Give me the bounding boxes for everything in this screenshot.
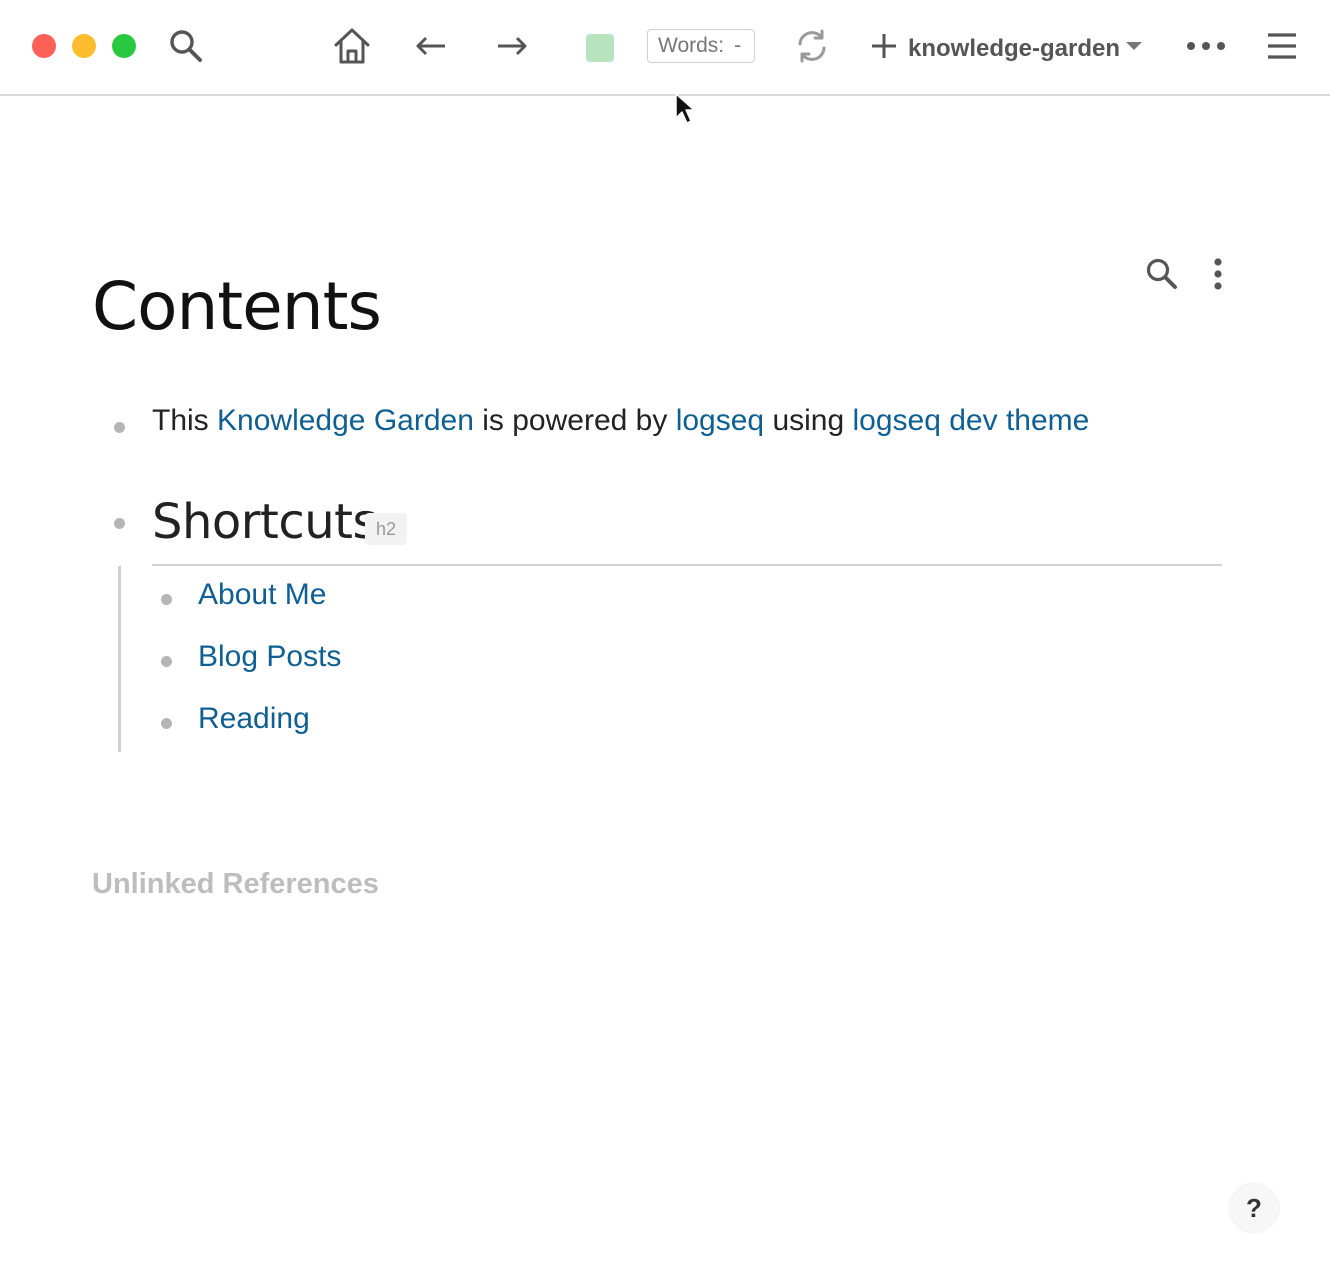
window-minimize-button[interactable] [72,34,96,58]
unlinked-references-toggle[interactable]: Unlinked References [92,868,379,901]
graph-selector[interactable]: knowledge-garden [908,32,1120,66]
hamburger-menu-icon[interactable] [1266,32,1298,60]
page-title[interactable]: Contents [92,268,382,345]
refresh-icon[interactable] [794,28,830,64]
about-me-link[interactable]: About Me [198,578,326,612]
heading-level-badge: h2 [365,513,407,545]
logseq-dev-theme-link[interactable]: logseq dev theme [853,404,1090,437]
block-bullet[interactable] [161,594,172,605]
reading-link[interactable]: Reading [198,702,310,736]
logseq-link[interactable]: logseq [676,404,764,437]
more-vertical-icon[interactable] [1208,256,1228,292]
intro-mid-text: is powered by [482,404,668,437]
heading-divider [152,564,1222,566]
shortcuts-heading[interactable]: Shortcuts [152,494,377,550]
window-maximize-button[interactable] [112,34,136,58]
word-count-widget[interactable]: Words: - [647,29,755,63]
block-bullet[interactable] [114,422,125,433]
more-horizontal-icon[interactable] [1186,38,1226,54]
help-button[interactable]: ? [1228,1182,1280,1234]
intro-using-text: using [772,404,845,437]
arrow-right-icon[interactable] [495,30,529,62]
knowledge-garden-link[interactable]: Knowledge Garden [217,404,474,437]
children-guide-line[interactable] [118,566,121,752]
home-icon[interactable] [332,26,372,66]
plus-icon[interactable] [870,32,898,60]
search-icon[interactable] [1144,256,1180,292]
block-bullet[interactable] [114,518,125,529]
block-bullet[interactable] [161,718,172,729]
word-count-value: - [734,34,742,57]
search-icon[interactable] [168,28,204,64]
app-window: Words: - knowledge-garden Contents This … [0,0,1330,1276]
mouse-cursor-icon [674,92,696,131]
word-count-label: Words: [658,34,725,57]
window-close-button[interactable] [32,34,56,58]
blog-posts-link[interactable]: Blog Posts [198,640,341,674]
intro-block[interactable]: This Knowledge Garden is powered by logs… [152,404,1089,438]
intro-prefix: This [152,404,209,437]
chevron-down-icon[interactable] [1126,42,1142,50]
block-bullet[interactable] [161,656,172,667]
arrow-left-icon[interactable] [414,30,448,62]
titlebar: Words: - knowledge-garden [0,0,1330,96]
sync-status-indicator[interactable] [586,34,614,62]
